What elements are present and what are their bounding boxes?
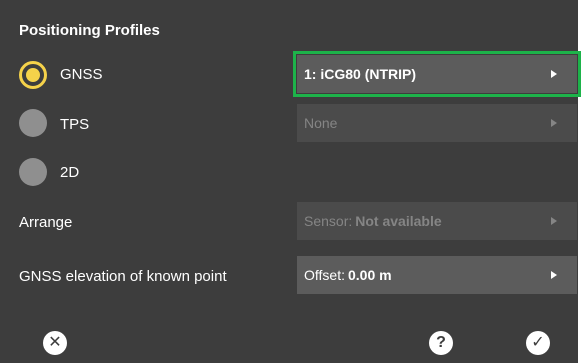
gnss-profile-select[interactable]: 1: iCG80 (NTRIP) <box>293 51 581 97</box>
chevron-right-icon <box>551 70 557 78</box>
gnss-radio[interactable] <box>19 61 47 89</box>
positioning-profiles-panel: Positioning Profiles GNSS 1: iCG80 (NTRI… <box>0 0 581 363</box>
page-title: Positioning Profiles <box>19 22 160 39</box>
arrange-select: Sensor: Not available <box>297 202 577 240</box>
close-button[interactable]: ✕ <box>43 331 67 355</box>
tps-profile-value: None <box>304 115 338 131</box>
elevation-offset-select[interactable]: Offset: 0.00 m <box>297 256 577 294</box>
gnss-label: GNSS <box>60 66 103 83</box>
offset-value: 0.00 m <box>347 267 392 283</box>
checkmark-icon: ✓ <box>531 334 545 351</box>
tps-profile-select: None <box>297 104 577 142</box>
gnss-elevation-label: GNSS elevation of known point <box>19 268 227 285</box>
chevron-right-icon <box>551 119 557 127</box>
offset-prefix: Offset: <box>304 267 345 283</box>
arrange-label: Arrange <box>19 214 73 231</box>
tps-label: TPS <box>60 116 90 133</box>
help-icon: ? <box>436 334 446 351</box>
tps-radio[interactable] <box>19 109 47 137</box>
arrange-prefix: Sensor: <box>304 213 353 229</box>
chevron-right-icon <box>551 217 557 225</box>
arrange-value: Not available <box>355 213 442 229</box>
close-icon: ✕ <box>48 334 62 351</box>
2d-radio[interactable] <box>19 158 47 186</box>
help-button[interactable]: ? <box>429 331 453 355</box>
2d-label: 2D <box>60 164 80 181</box>
chevron-right-icon <box>551 271 557 279</box>
gnss-profile-value: 1: iCG80 (NTRIP) <box>304 66 417 82</box>
confirm-button[interactable]: ✓ <box>526 331 550 355</box>
